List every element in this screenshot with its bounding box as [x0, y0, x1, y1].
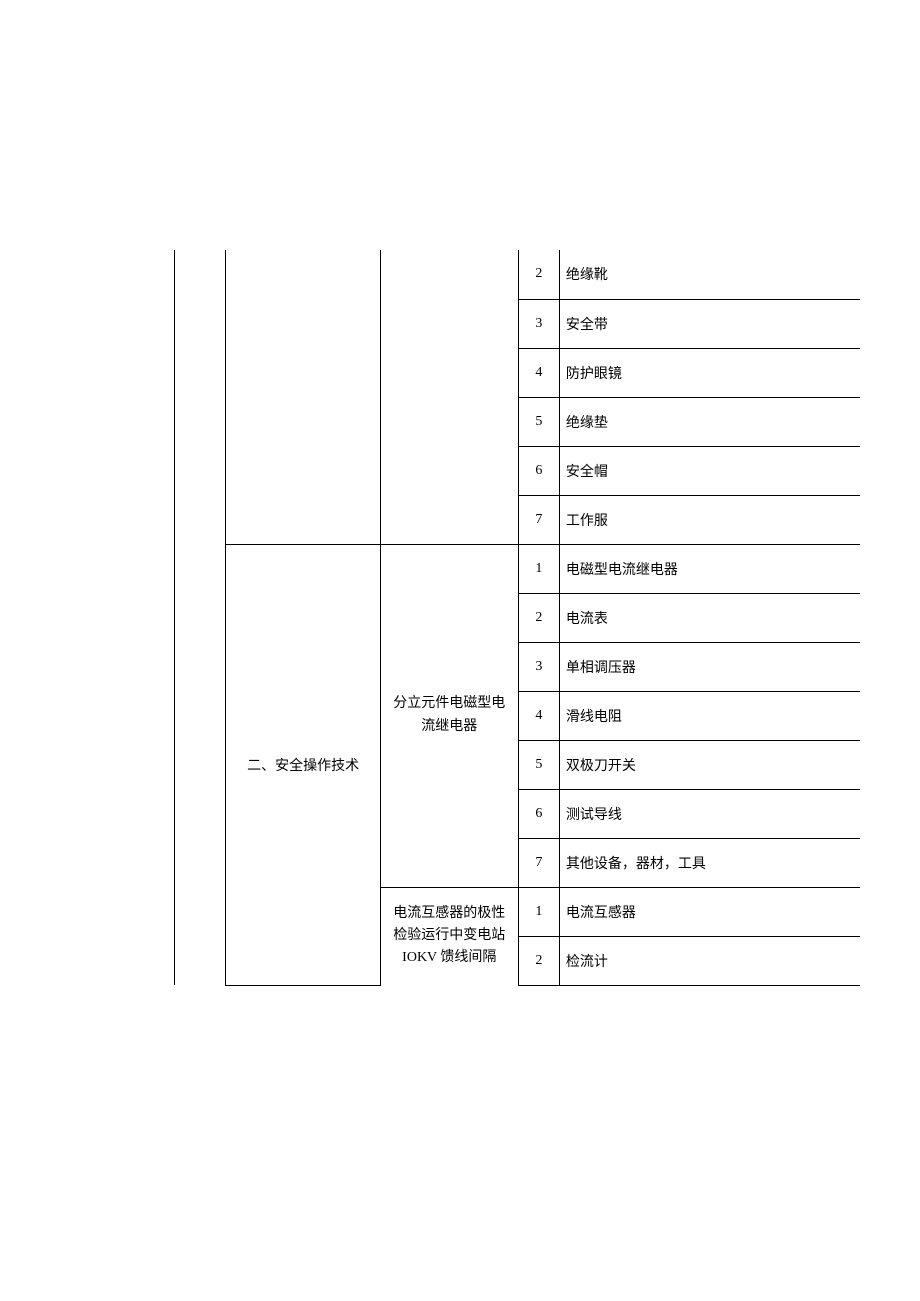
item-name: 电流互感器 [559, 887, 860, 936]
item-name: 安全带 [559, 299, 860, 348]
item-number: 2 [518, 593, 559, 642]
item-name: 双极刀开关 [559, 740, 860, 789]
section-title: 二、安全操作技术 [226, 544, 380, 985]
group-title: 分立元件电磁型电流继电器 [380, 544, 518, 887]
item-name: 工作服 [559, 495, 860, 544]
main-table: 2 绝缘靴 3 安全带 4 防护眼镜 5 绝缘垫 6 安全帽 7 工作服 二、安… [174, 250, 860, 986]
item-name: 电磁型电流继电器 [559, 544, 860, 593]
item-number: 6 [518, 446, 559, 495]
table-row: 二、安全操作技术 分立元件电磁型电流继电器 1 电磁型电流继电器 [175, 544, 861, 593]
item-name: 绝缘垫 [559, 397, 860, 446]
item-number: 4 [518, 348, 559, 397]
item-name: 绝缘靴 [559, 250, 860, 299]
item-number: 5 [518, 740, 559, 789]
col-a-spacer [175, 250, 226, 985]
equipment-table: 2 绝缘靴 3 安全带 4 防护眼镜 5 绝缘垫 6 安全帽 7 工作服 二、安… [174, 250, 860, 986]
item-name: 安全帽 [559, 446, 860, 495]
item-number: 7 [518, 495, 559, 544]
item-name: 测试导线 [559, 789, 860, 838]
item-number: 2 [518, 936, 559, 985]
item-number: 1 [518, 544, 559, 593]
item-name: 电流表 [559, 593, 860, 642]
item-number: 5 [518, 397, 559, 446]
col-c-empty [380, 250, 518, 544]
item-number: 7 [518, 838, 559, 887]
item-name: 滑线电阻 [559, 691, 860, 740]
col-b-empty [226, 250, 380, 544]
item-name: 其他设备，器材，工具 [559, 838, 860, 887]
group-title: 电流互感器的极性检验运行中变电站 IOKV 馈线间隔 [380, 887, 518, 985]
table-row: 2 绝缘靴 [175, 250, 861, 299]
item-number: 4 [518, 691, 559, 740]
item-number: 1 [518, 887, 559, 936]
item-name: 单相调压器 [559, 642, 860, 691]
item-name: 防护眼镜 [559, 348, 860, 397]
item-number: 6 [518, 789, 559, 838]
item-number: 2 [518, 250, 559, 299]
item-number: 3 [518, 299, 559, 348]
item-name: 检流计 [559, 936, 860, 985]
item-number: 3 [518, 642, 559, 691]
